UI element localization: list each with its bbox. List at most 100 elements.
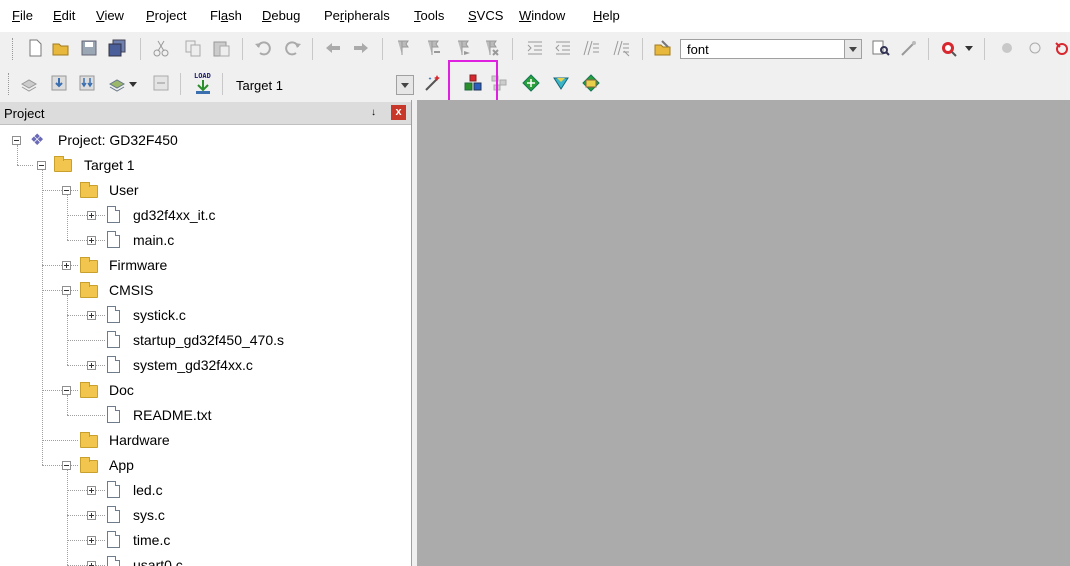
menu-window[interactable]: Window [519, 8, 565, 24]
menu-tools[interactable]: Tools [414, 8, 444, 24]
save-all-icon[interactable] [108, 39, 126, 57]
tree-file[interactable]: system_gd32f4xx.c [133, 356, 253, 374]
project-icon: ❖ [30, 132, 45, 149]
expand-toggle[interactable] [87, 561, 96, 566]
toolbar-separator [140, 38, 141, 60]
open-folder-icon[interactable] [52, 39, 70, 57]
kill-breakpoints-icon[interactable] [1052, 39, 1070, 57]
bookmark-icon[interactable] [394, 39, 412, 57]
tree-connector [42, 265, 78, 266]
dropdown-arrow-icon[interactable] [128, 80, 138, 88]
next-bookmark-icon[interactable] [454, 39, 472, 57]
tree-connector [17, 145, 18, 165]
expand-toggle[interactable] [87, 511, 96, 520]
expand-toggle[interactable] [87, 311, 96, 320]
tree-file[interactable]: led.c [133, 481, 163, 499]
tree-file[interactable]: systick.c [133, 306, 186, 324]
find-icon[interactable] [872, 39, 890, 57]
undo-icon[interactable] [254, 39, 272, 57]
tree-group-cmsis[interactable]: CMSIS [109, 281, 153, 299]
menu-file[interactable]: File [12, 8, 33, 24]
cut-icon[interactable] [152, 39, 170, 57]
file-icon [107, 206, 120, 223]
target-options-icon[interactable] [424, 74, 442, 92]
target-folder-icon [54, 156, 72, 172]
tree-file[interactable]: main.c [133, 231, 174, 249]
dropdown-arrow-icon[interactable] [964, 44, 974, 52]
collapse-toggle[interactable] [62, 386, 71, 395]
run-time-environment-icon[interactable] [582, 74, 600, 92]
tree-file[interactable]: gd32f4xx_it.c [133, 206, 216, 224]
disable-breakpoint-icon[interactable] [1026, 39, 1044, 57]
file-icon [107, 556, 120, 566]
incremental-find-icon[interactable] [900, 39, 918, 57]
pin-icon[interactable]: ↓ [371, 107, 376, 118]
chevron-down-icon[interactable] [844, 40, 861, 58]
navigate-back-icon[interactable] [324, 39, 342, 57]
tree-connector [67, 395, 68, 415]
find-combo[interactable]: font [680, 39, 862, 59]
tree-group-app[interactable]: App [109, 456, 134, 474]
collapse-toggle[interactable] [62, 286, 71, 295]
expand-toggle[interactable] [87, 211, 96, 220]
tree-group-firmware[interactable]: Firmware [109, 256, 167, 274]
comment-icon[interactable] [582, 39, 600, 57]
tree-project-label[interactable]: Project: GD32F450 [58, 131, 178, 149]
translate-icon[interactable] [20, 74, 38, 92]
breakpoint-icon[interactable] [998, 39, 1016, 57]
unindent-icon[interactable] [554, 39, 572, 57]
pack-installer-icon[interactable] [522, 74, 540, 92]
build-icon[interactable] [50, 74, 68, 92]
batch-build-icon[interactable] [108, 74, 126, 92]
tree-target-label[interactable]: Target 1 [84, 156, 135, 174]
new-file-icon[interactable] [26, 39, 44, 57]
tree-group-hardware[interactable]: Hardware [109, 431, 170, 449]
expand-toggle[interactable] [87, 536, 96, 545]
tree-file[interactable]: time.c [133, 531, 170, 549]
expand-toggle[interactable] [87, 236, 96, 245]
menu-svcs[interactable]: SVCS [468, 8, 503, 24]
expand-toggle[interactable] [87, 486, 96, 495]
toolbar-grip[interactable] [12, 38, 16, 60]
rebuild-icon[interactable] [78, 74, 96, 92]
build-toolbar: LOAD Target 1 [0, 68, 1070, 100]
indent-icon[interactable] [526, 39, 544, 57]
save-icon[interactable] [80, 39, 98, 57]
collapse-toggle[interactable] [62, 461, 71, 470]
close-icon[interactable]: x [391, 105, 406, 120]
navigate-forward-icon[interactable] [352, 39, 370, 57]
tree-group-doc[interactable]: Doc [109, 381, 134, 399]
chevron-down-icon[interactable] [396, 75, 414, 95]
tree-file[interactable]: startup_gd32f450_470.s [133, 331, 284, 349]
expand-toggle[interactable] [62, 261, 71, 270]
collapse-toggle[interactable] [62, 186, 71, 195]
folder-icon [80, 282, 98, 298]
tree-group-user[interactable]: User [109, 181, 139, 199]
menu-project[interactable]: Project [146, 8, 186, 24]
expand-toggle[interactable] [87, 361, 96, 370]
tree-file[interactable]: sys.c [133, 506, 165, 524]
paste-icon[interactable] [212, 39, 230, 57]
uncomment-icon[interactable] [612, 39, 630, 57]
find-in-files-icon[interactable] [654, 39, 672, 57]
select-packs-icon[interactable] [552, 74, 570, 92]
collapse-toggle[interactable] [12, 136, 21, 145]
debug-session-icon[interactable] [940, 39, 958, 57]
tree-file[interactable]: usart0.c [133, 556, 183, 566]
redo-icon[interactable] [284, 39, 302, 57]
target-combo[interactable]: Target 1 [230, 75, 414, 95]
stop-build-icon[interactable] [152, 74, 170, 92]
copy-icon[interactable] [184, 39, 202, 57]
download-icon[interactable]: LOAD [192, 72, 214, 94]
tree-file[interactable]: README.txt [133, 406, 212, 424]
menu-peripherals[interactable]: Peripherals [324, 8, 390, 24]
menu-view[interactable]: View [96, 8, 124, 24]
menu-flash[interactable]: Flash [210, 8, 242, 24]
menu-help[interactable]: Help [593, 8, 620, 24]
collapse-toggle[interactable] [37, 161, 46, 170]
menu-edit[interactable]: Edit [53, 8, 75, 24]
prev-bookmark-icon[interactable] [424, 39, 442, 57]
clear-bookmarks-icon[interactable] [482, 39, 500, 57]
toolbar-grip[interactable] [8, 73, 12, 95]
menu-debug[interactable]: Debug [262, 8, 300, 24]
